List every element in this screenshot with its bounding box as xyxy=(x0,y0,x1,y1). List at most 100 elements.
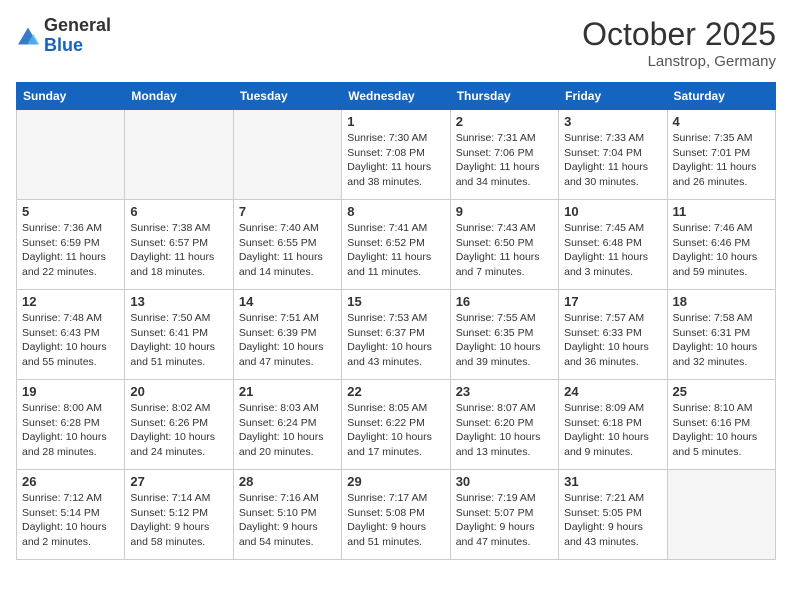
weekday-header: Thursday xyxy=(450,83,558,110)
calendar-cell: 1 Sunrise: 7:30 AM Sunset: 7:08 PM Daylig… xyxy=(342,110,450,200)
weekday-row: SundayMondayTuesdayWednesdayThursdayFrid… xyxy=(17,83,776,110)
day-info: Sunrise: 8:02 AM Sunset: 6:26 PM Dayligh… xyxy=(130,401,227,460)
day-number: 12 xyxy=(22,294,119,309)
day-info: Sunrise: 7:14 AM Sunset: 5:12 PM Dayligh… xyxy=(130,491,227,550)
calendar-table: SundayMondayTuesdayWednesdayThursdayFrid… xyxy=(16,82,776,560)
weekday-header: Tuesday xyxy=(233,83,341,110)
calendar-cell: 30 Sunrise: 7:19 AM Sunset: 5:07 PM Dayli… xyxy=(450,470,558,560)
day-number: 28 xyxy=(239,474,336,489)
day-number: 8 xyxy=(347,204,444,219)
day-number: 18 xyxy=(673,294,770,309)
day-number: 31 xyxy=(564,474,661,489)
day-info: Sunrise: 7:30 AM Sunset: 7:08 PM Dayligh… xyxy=(347,131,444,190)
calendar-cell xyxy=(17,110,125,200)
calendar-week-row: 1 Sunrise: 7:30 AM Sunset: 7:08 PM Daylig… xyxy=(17,110,776,200)
logo-text: General Blue xyxy=(44,16,111,56)
day-info: Sunrise: 7:53 AM Sunset: 6:37 PM Dayligh… xyxy=(347,311,444,370)
day-info: Sunrise: 7:50 AM Sunset: 6:41 PM Dayligh… xyxy=(130,311,227,370)
day-info: Sunrise: 7:19 AM Sunset: 5:07 PM Dayligh… xyxy=(456,491,553,550)
logo-icon xyxy=(16,26,40,46)
day-info: Sunrise: 7:57 AM Sunset: 6:33 PM Dayligh… xyxy=(564,311,661,370)
calendar-week-row: 26 Sunrise: 7:12 AM Sunset: 5:14 PM Dayli… xyxy=(17,470,776,560)
day-number: 22 xyxy=(347,384,444,399)
calendar-cell: 14 Sunrise: 7:51 AM Sunset: 6:39 PM Dayli… xyxy=(233,290,341,380)
day-number: 9 xyxy=(456,204,553,219)
day-info: Sunrise: 7:17 AM Sunset: 5:08 PM Dayligh… xyxy=(347,491,444,550)
day-number: 13 xyxy=(130,294,227,309)
calendar-cell: 8 Sunrise: 7:41 AM Sunset: 6:52 PM Daylig… xyxy=(342,200,450,290)
day-number: 27 xyxy=(130,474,227,489)
calendar-cell xyxy=(125,110,233,200)
day-number: 29 xyxy=(347,474,444,489)
day-number: 3 xyxy=(564,114,661,129)
calendar-week-row: 5 Sunrise: 7:36 AM Sunset: 6:59 PM Daylig… xyxy=(17,200,776,290)
day-number: 23 xyxy=(456,384,553,399)
day-info: Sunrise: 8:05 AM Sunset: 6:22 PM Dayligh… xyxy=(347,401,444,460)
day-number: 14 xyxy=(239,294,336,309)
calendar-week-row: 12Sunrise: 7:48 AM Sunset: 6:43 PM Dayli… xyxy=(17,290,776,380)
day-info: Sunrise: 7:35 AM Sunset: 7:01 PM Dayligh… xyxy=(673,131,770,190)
calendar-body: 1 Sunrise: 7:30 AM Sunset: 7:08 PM Daylig… xyxy=(17,110,776,560)
calendar-cell: 29 Sunrise: 7:17 AM Sunset: 5:08 PM Dayli… xyxy=(342,470,450,560)
day-info: Sunrise: 8:10 AM Sunset: 6:16 PM Dayligh… xyxy=(673,401,770,460)
calendar-cell xyxy=(233,110,341,200)
calendar-cell: 19 Sunrise: 8:00 AM Sunset: 6:28 PM Dayli… xyxy=(17,380,125,470)
logo-general: General xyxy=(44,15,111,35)
day-info: Sunrise: 7:33 AM Sunset: 7:04 PM Dayligh… xyxy=(564,131,661,190)
calendar-cell: 26 Sunrise: 7:12 AM Sunset: 5:14 PM Dayli… xyxy=(17,470,125,560)
day-info: Sunrise: 7:46 AM Sunset: 6:46 PM Dayligh… xyxy=(673,221,770,280)
calendar-cell: 13 Sunrise: 7:50 AM Sunset: 6:41 PM Dayli… xyxy=(125,290,233,380)
calendar-header: SundayMondayTuesdayWednesdayThursdayFrid… xyxy=(17,83,776,110)
day-info: Sunrise: 8:03 AM Sunset: 6:24 PM Dayligh… xyxy=(239,401,336,460)
calendar-cell: 18 Sunrise: 7:58 AM Sunset: 6:31 PM Dayli… xyxy=(667,290,775,380)
page-header: General Blue October 2025 Lanstrop, Germ… xyxy=(16,16,776,70)
calendar-cell: 24 Sunrise: 8:09 AM Sunset: 6:18 PM Dayli… xyxy=(559,380,667,470)
day-number: 25 xyxy=(673,384,770,399)
day-info: Sunrise: 7:43 AM Sunset: 6:50 PM Dayligh… xyxy=(456,221,553,280)
title-block: October 2025 Lanstrop, Germany xyxy=(582,16,776,70)
calendar-cell: 22 Sunrise: 8:05 AM Sunset: 6:22 PM Dayli… xyxy=(342,380,450,470)
day-number: 7 xyxy=(239,204,336,219)
day-info: Sunrise: 7:41 AM Sunset: 6:52 PM Dayligh… xyxy=(347,221,444,280)
day-info: Sunrise: 7:36 AM Sunset: 6:59 PM Dayligh… xyxy=(22,221,119,280)
day-info: Sunrise: 7:38 AM Sunset: 6:57 PM Dayligh… xyxy=(130,221,227,280)
day-info: Sunrise: 8:07 AM Sunset: 6:20 PM Dayligh… xyxy=(456,401,553,460)
day-number: 24 xyxy=(564,384,661,399)
month-title: October 2025 xyxy=(582,16,776,53)
day-info: Sunrise: 7:12 AM Sunset: 5:14 PM Dayligh… xyxy=(22,491,119,550)
day-number: 19 xyxy=(22,384,119,399)
calendar-cell: 23 Sunrise: 8:07 AM Sunset: 6:20 PM Dayli… xyxy=(450,380,558,470)
calendar-cell: 27 Sunrise: 7:14 AM Sunset: 5:12 PM Dayli… xyxy=(125,470,233,560)
calendar-cell: 2Sunrise: 7:31 AM Sunset: 7:06 PM Daylig… xyxy=(450,110,558,200)
day-number: 4 xyxy=(673,114,770,129)
day-number: 6 xyxy=(130,204,227,219)
day-number: 1 xyxy=(347,114,444,129)
day-number: 30 xyxy=(456,474,553,489)
day-number: 11 xyxy=(673,204,770,219)
calendar-cell: 25 Sunrise: 8:10 AM Sunset: 6:16 PM Dayli… xyxy=(667,380,775,470)
calendar-cell: 6 Sunrise: 7:38 AM Sunset: 6:57 PM Daylig… xyxy=(125,200,233,290)
day-info: Sunrise: 8:00 AM Sunset: 6:28 PM Dayligh… xyxy=(22,401,119,460)
calendar-cell: 31 Sunrise: 7:21 AM Sunset: 5:05 PM Dayli… xyxy=(559,470,667,560)
day-info: Sunrise: 7:21 AM Sunset: 5:05 PM Dayligh… xyxy=(564,491,661,550)
day-number: 17 xyxy=(564,294,661,309)
logo: General Blue xyxy=(16,16,111,56)
calendar-cell: 20Sunrise: 8:02 AM Sunset: 6:26 PM Dayli… xyxy=(125,380,233,470)
weekday-header: Monday xyxy=(125,83,233,110)
day-info: Sunrise: 7:31 AM Sunset: 7:06 PM Dayligh… xyxy=(456,131,553,190)
day-number: 10 xyxy=(564,204,661,219)
day-info: Sunrise: 8:09 AM Sunset: 6:18 PM Dayligh… xyxy=(564,401,661,460)
logo-blue: Blue xyxy=(44,35,83,55)
day-info: Sunrise: 7:58 AM Sunset: 6:31 PM Dayligh… xyxy=(673,311,770,370)
calendar-cell: 11 Sunrise: 7:46 AM Sunset: 6:46 PM Dayli… xyxy=(667,200,775,290)
day-number: 26 xyxy=(22,474,119,489)
weekday-header: Saturday xyxy=(667,83,775,110)
day-info: Sunrise: 7:51 AM Sunset: 6:39 PM Dayligh… xyxy=(239,311,336,370)
calendar-cell: 17 Sunrise: 7:57 AM Sunset: 6:33 PM Dayli… xyxy=(559,290,667,380)
calendar-cell: 7Sunrise: 7:40 AM Sunset: 6:55 PM Daylig… xyxy=(233,200,341,290)
calendar-cell: 28Sunrise: 7:16 AM Sunset: 5:10 PM Dayli… xyxy=(233,470,341,560)
calendar-cell xyxy=(667,470,775,560)
day-number: 5 xyxy=(22,204,119,219)
day-info: Sunrise: 7:45 AM Sunset: 6:48 PM Dayligh… xyxy=(564,221,661,280)
location: Lanstrop, Germany xyxy=(582,53,776,70)
